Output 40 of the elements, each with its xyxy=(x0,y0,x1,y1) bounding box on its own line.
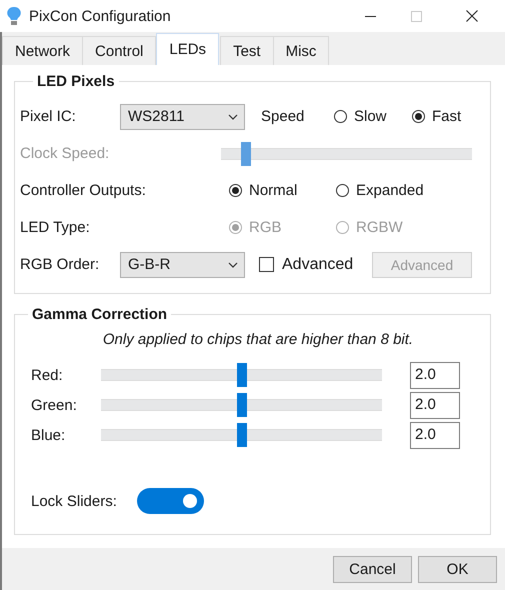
field-label: Controller Outputs: xyxy=(20,182,147,199)
group-title: Gamma Correction xyxy=(31,306,168,323)
slider-thumb[interactable] xyxy=(236,393,246,417)
checkbox[interactable]: Advanced xyxy=(259,256,372,274)
dialog-button[interactable]: OK xyxy=(418,556,497,582)
caret-icon xyxy=(228,114,238,120)
note-text: Only applied to chips that are higher than 8 bit. xyxy=(102,331,414,348)
dropdown[interactable]: WS2811 xyxy=(120,104,245,130)
maximize-icon xyxy=(410,10,422,22)
field-label: RGB Order: xyxy=(20,256,100,273)
tab[interactable]: LEDs xyxy=(156,33,220,65)
field-label: Pixel IC: xyxy=(20,108,77,125)
radio-option[interactable]: Expanded xyxy=(336,182,456,199)
radio-option[interactable]: Fast xyxy=(412,108,482,125)
tab[interactable]: Misc xyxy=(272,36,330,65)
radio-option[interactable]: Normal xyxy=(229,182,336,199)
close-icon xyxy=(466,10,478,22)
tab[interactable]: Network xyxy=(2,36,84,65)
field-label: Red: xyxy=(31,366,64,384)
field-label: Green: xyxy=(31,396,78,414)
tab[interactable]: Control xyxy=(82,36,156,65)
dialog-button[interactable]: Cancel xyxy=(333,556,412,582)
tab[interactable]: Test xyxy=(220,36,274,65)
dropdown[interactable]: G-B-R xyxy=(120,252,245,278)
field-label: LED Type: xyxy=(20,219,91,236)
toggle-switch[interactable] xyxy=(137,488,204,514)
field-label: Speed xyxy=(261,108,306,125)
field-label: Blue: xyxy=(31,426,66,444)
lightbulb-icon xyxy=(7,6,21,26)
input-field[interactable]: 2.0 xyxy=(410,392,460,418)
input-field[interactable]: 2.0 xyxy=(410,362,460,388)
group-title: LED Pixels xyxy=(36,73,116,90)
field-label: Lock Sliders: xyxy=(31,492,118,510)
input-field[interactable]: 2.0 xyxy=(410,422,460,448)
slider-thumb[interactable] xyxy=(236,423,246,447)
slider-thumb[interactable] xyxy=(236,363,246,387)
radio-option[interactable]: Slow xyxy=(334,108,412,125)
window-title: PixCon Configuration xyxy=(29,8,172,24)
field-label: Clock Speed: xyxy=(20,145,110,162)
caret-icon xyxy=(228,262,238,268)
